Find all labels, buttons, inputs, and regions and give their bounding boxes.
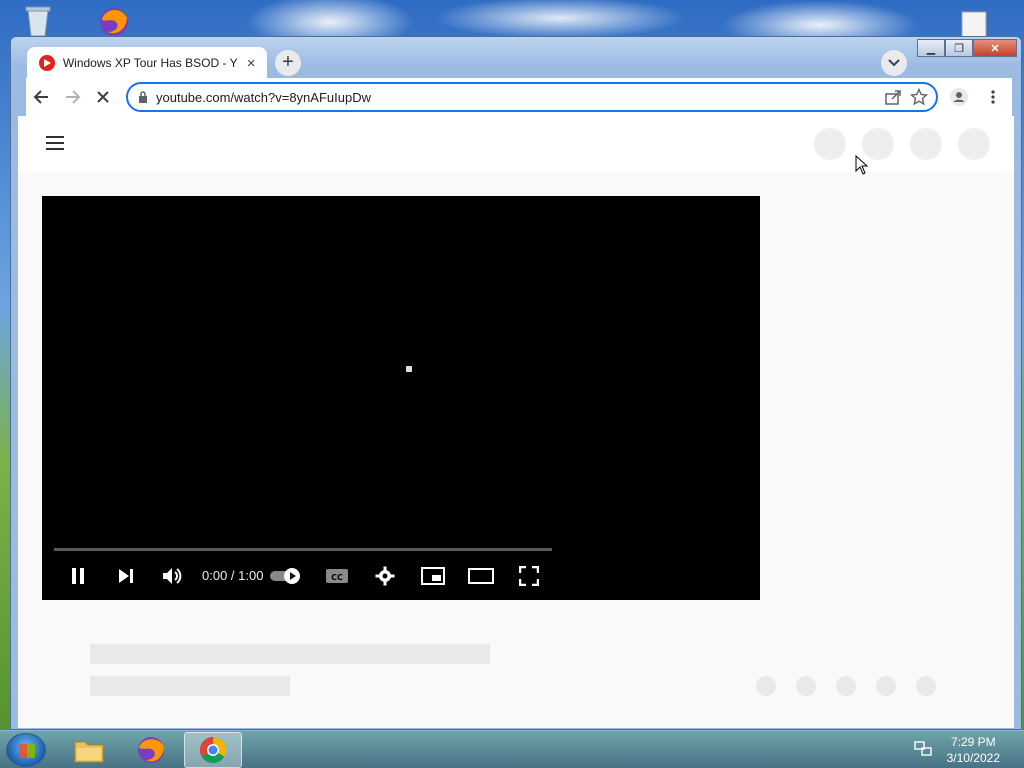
action-skeleton-5 bbox=[916, 676, 936, 696]
mouse-cursor-icon bbox=[855, 155, 869, 175]
theater-mode-button[interactable] bbox=[468, 562, 494, 590]
miniplayer-button[interactable] bbox=[420, 562, 446, 590]
cc-icon: CC bbox=[326, 569, 348, 583]
gear-icon bbox=[375, 566, 395, 586]
video-player[interactable]: 0:00 / 1:00 CC bbox=[42, 196, 760, 600]
menu-hamburger-icon[interactable] bbox=[46, 136, 64, 150]
player-controls: 0:00 / 1:00 CC bbox=[42, 560, 760, 592]
arrow-right-icon bbox=[66, 90, 81, 104]
bookmark-star-icon[interactable] bbox=[910, 88, 928, 106]
header-placeholder-1 bbox=[814, 128, 846, 160]
back-button[interactable] bbox=[26, 82, 56, 112]
next-button[interactable] bbox=[114, 562, 138, 590]
taskbar-firefox[interactable] bbox=[122, 732, 180, 768]
loading-spinner bbox=[406, 366, 412, 372]
recycle-bin-icon[interactable] bbox=[20, 4, 56, 38]
time-display: 0:00 / 1:00 bbox=[202, 568, 264, 583]
youtube-page: 0:00 / 1:00 CC bbox=[18, 116, 1014, 728]
theater-icon bbox=[468, 568, 494, 584]
share-icon[interactable] bbox=[884, 88, 902, 106]
header-placeholder-4 bbox=[958, 128, 990, 160]
volume-icon bbox=[163, 568, 182, 584]
stop-loading-button[interactable] bbox=[88, 82, 118, 112]
system-clock[interactable]: 7:29 PM 3/10/2022 bbox=[947, 734, 1000, 766]
channel-skeleton bbox=[90, 676, 290, 696]
profile-button[interactable] bbox=[944, 82, 974, 112]
start-button[interactable] bbox=[6, 733, 46, 767]
svg-text:CC: CC bbox=[331, 573, 343, 582]
taskbar-chrome[interactable] bbox=[184, 732, 242, 768]
arrow-left-icon bbox=[33, 90, 48, 104]
clock-date: 3/10/2022 bbox=[946, 751, 1000, 765]
forward-button[interactable] bbox=[58, 82, 88, 112]
pause-icon bbox=[72, 568, 84, 584]
more-vert-icon bbox=[991, 90, 995, 104]
menu-button[interactable] bbox=[978, 82, 1008, 112]
tab-strip: Windows XP Tour Has BSOD - YouTube × + bbox=[27, 47, 1023, 81]
taskbar: 7:29 PM 3/10/2022 bbox=[0, 730, 1024, 768]
action-skeleton-1 bbox=[756, 676, 776, 696]
folder-icon bbox=[74, 741, 104, 763]
tab-search-button[interactable] bbox=[881, 50, 907, 76]
settings-button[interactable] bbox=[372, 562, 398, 590]
close-icon bbox=[97, 91, 109, 103]
clock-time: 7:29 PM bbox=[950, 735, 996, 749]
captions-button[interactable]: CC bbox=[324, 562, 350, 590]
taskbar-explorer[interactable] bbox=[60, 732, 118, 768]
youtube-favicon-icon bbox=[39, 55, 55, 71]
title-skeleton bbox=[90, 644, 490, 664]
volume-button[interactable] bbox=[160, 562, 186, 590]
browser-toolbar: youtube.com/watch?v=8ynAFuIupDw bbox=[26, 78, 1012, 116]
lock-icon bbox=[139, 91, 147, 103]
fullscreen-button[interactable] bbox=[516, 562, 542, 590]
firefox-icon bbox=[138, 737, 164, 763]
chrome-icon bbox=[199, 736, 227, 764]
firefox-desktop-icon[interactable] bbox=[96, 4, 132, 38]
play-icon bbox=[284, 568, 300, 584]
video-progress-bar[interactable] bbox=[54, 548, 552, 551]
action-skeleton-4 bbox=[876, 676, 896, 696]
network-icon[interactable] bbox=[914, 741, 932, 757]
pause-button[interactable] bbox=[66, 562, 90, 590]
tab-close-button[interactable]: × bbox=[243, 55, 259, 72]
tab-title: Windows XP Tour Has BSOD - YouTube bbox=[62, 56, 237, 70]
new-tab-button[interactable]: + bbox=[275, 50, 301, 76]
action-skeleton-3 bbox=[836, 676, 856, 696]
miniplayer-icon bbox=[421, 567, 445, 585]
header-placeholder-3 bbox=[910, 128, 942, 160]
omnibox-actions bbox=[884, 88, 928, 106]
chevron-down-icon bbox=[888, 59, 900, 67]
url-text: youtube.com/watch?v=8ynAFuIupDw bbox=[156, 89, 371, 105]
tab-youtube[interactable]: Windows XP Tour Has BSOD - YouTube × bbox=[27, 47, 267, 79]
skip-next-icon bbox=[119, 569, 133, 583]
action-skeleton-2 bbox=[796, 676, 816, 696]
address-bar[interactable]: youtube.com/watch?v=8ynAFuIupDw bbox=[126, 82, 938, 112]
profile-icon bbox=[950, 88, 968, 106]
fullscreen-icon bbox=[519, 566, 539, 586]
autoplay-toggle[interactable] bbox=[270, 568, 302, 584]
